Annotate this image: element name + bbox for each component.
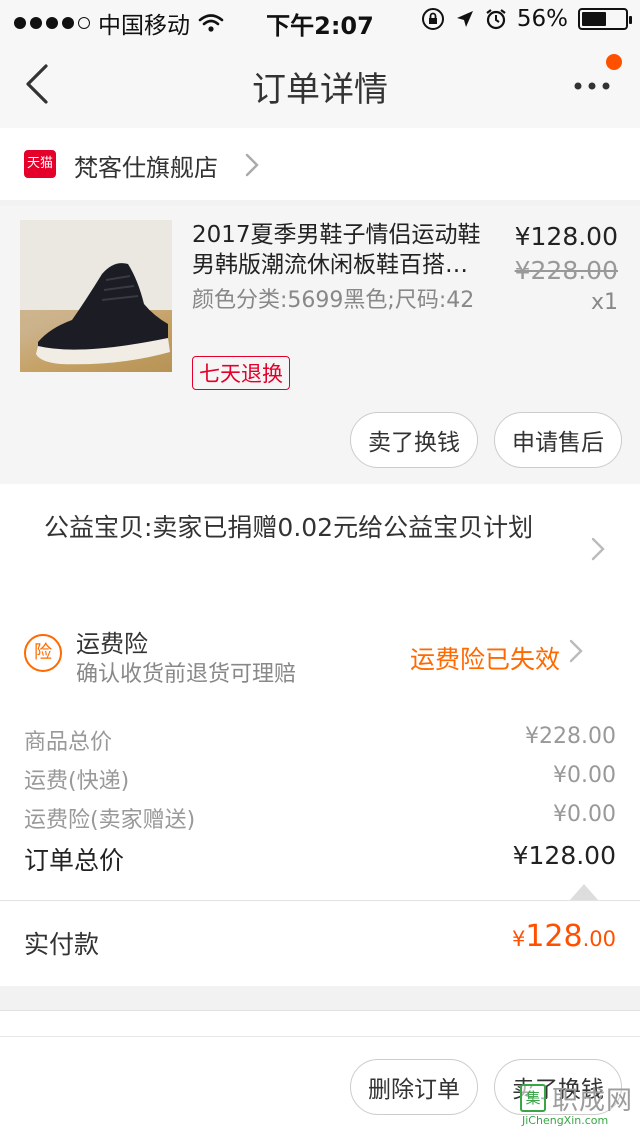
order-total-label: 订单总价 [24,846,125,875]
product-price: ¥128.00 [514,222,618,251]
location-arrow-icon [456,11,473,27]
paid-integer: 128 [525,919,583,954]
order-totals: 商品总价 ¥228.00 运费(快递) ¥0.00 运费险(卖家赠送) ¥0.0… [0,704,640,900]
watermark-text: 职成网 [552,1086,634,1116]
total-row-value: ¥0.00 [553,763,616,788]
battery-fill [582,12,606,26]
total-row-label: 运费险(卖家赠送) [24,808,196,833]
after-sales-button[interactable]: 申请售后 [494,412,622,468]
total-row-label: 商品总价 [24,730,113,755]
alarm-clock-icon [486,9,506,30]
notification-dot [606,54,622,70]
watermark-url: JiChengXin.com [522,1114,609,1127]
product-original-price: ¥228.00 [514,256,618,285]
page-title: 订单详情 [252,70,388,110]
more-button[interactable] [572,54,622,106]
return-policy-tag: 七天退换 [192,356,290,390]
charity-text: 公益宝贝:卖家已捐赠0.02元给公益宝贝计划 [44,513,534,542]
delete-order-button[interactable]: 删除订单 [350,1059,478,1115]
more-dots-icon [574,82,610,90]
chevron-right-icon [569,639,583,663]
status-right: 56% [421,6,632,32]
shoe-image [20,220,172,372]
total-row-value: ¥0.00 [553,802,616,827]
total-row-value: ¥228.00 [525,724,616,749]
order-total-row: 订单总价 ¥128.00 [24,841,616,875]
paid-amount-row: 实付款 ¥128.00 [0,900,640,986]
sell-exchange-button[interactable]: 卖了换钱 [350,412,478,468]
battery-percent: 56% [516,6,568,32]
paid-label: 实付款 [24,930,100,959]
product-title: 2017夏季男鞋子情侣运动鞋男韩版潮流休闲板鞋百搭… [192,222,481,278]
watermark-logo-icon: 集 [520,1084,546,1112]
site-watermark: 集 职成网 JiChengXin.com [520,1078,636,1130]
total-row-label: 运费(快递) [24,769,130,794]
product-image[interactable] [20,220,172,372]
paid-value: ¥128.00 [512,919,616,954]
chevron-right-icon [591,537,605,561]
insurance-status: 运费险已失效 [409,645,560,674]
insurance-subtitle: 确认收货前退货可理赔 [76,662,297,687]
paid-currency: ¥ [511,927,526,951]
shipping-insurance-row[interactable]: 险 运费险 确认收货前退货可理赔 运费险已失效 [0,594,640,704]
order-total-value: ¥128.00 [512,841,616,870]
status-bar: 中国移动 下午2:07 56% [0,0,640,40]
product-quantity: x1 [590,290,618,315]
caret-divider [570,884,598,900]
shop-name: 梵客仕旗舰店 [74,154,218,182]
nav-bar: 订单详情 [0,40,640,128]
paid-decimal: .00 [582,927,616,951]
rotation-lock-icon [421,8,444,30]
chevron-right-icon [245,153,259,177]
insurance-title: 运费险 [76,630,148,658]
insurance-icon: 险 [24,634,62,672]
total-row-goods: 商品总价 ¥228.00 [24,724,616,756]
charity-row[interactable]: 公益宝贝:卖家已捐赠0.02元给公益宝贝计划 [0,484,640,594]
product-spec: 颜色分类:5699黑色;尺码:42 [192,288,475,313]
total-row-shipping: 运费(快递) ¥0.00 [24,763,616,795]
battery-icon [578,8,632,30]
shop-row[interactable]: 天猫 梵客仕旗舰店 [0,128,640,200]
tmall-icon: 天猫 [24,150,56,178]
bottom-action-bar: 删除订单 卖了换钱 集 职成网 JiChengXin.com [0,1036,640,1136]
total-row-insurance: 运费险(卖家赠送) ¥0.00 [24,802,616,834]
product-item[interactable]: 2017夏季男鞋子情侣运动鞋男韩版潮流休闲板鞋百搭… 颜色分类:5699黑色;尺… [0,206,640,484]
